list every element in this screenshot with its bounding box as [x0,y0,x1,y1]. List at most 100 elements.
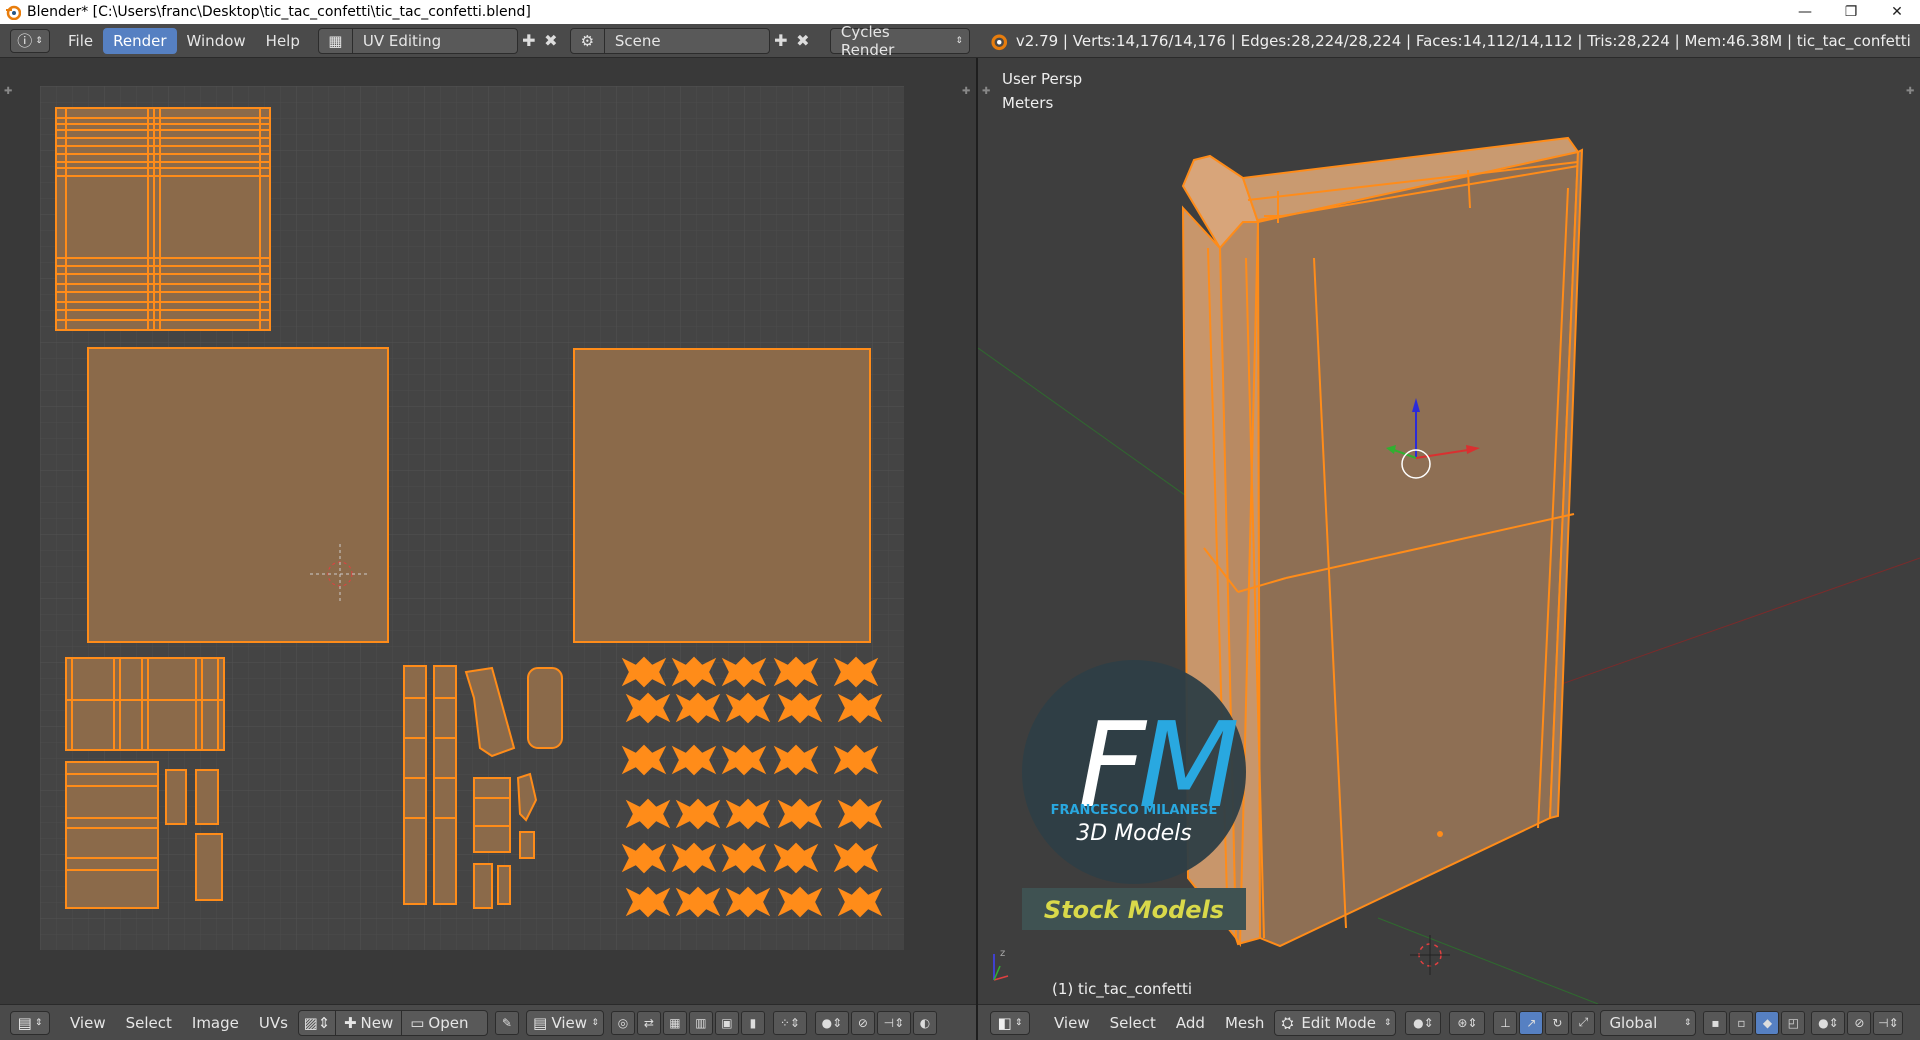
uv-island-large-right [573,348,871,643]
3d-viewport-header: ◧ ⇕ View Select Add Mesh ⛭ Edit Mode ⇕ ●⇕… [978,1004,1920,1040]
open-image-label: Open [428,1013,469,1032]
add-scene-icon[interactable]: ✚ [770,29,792,53]
snap-icon[interactable]: ⊘ [850,1010,875,1035]
menu-help[interactable]: Help [256,28,310,54]
pin-icon[interactable]: ✎ [494,1010,519,1035]
screen-layout-selector[interactable]: ▦ UV Editing [317,27,518,54]
edge-select-icon[interactable]: ▥ [688,1010,713,1035]
uv-island-confetti [833,842,879,874]
updown-arrow-icon: ⇕ [1683,1017,1692,1028]
corner-widget-icon: ✚ [982,86,990,97]
render-engine-label: Cycles Render [840,22,895,59]
uv-menu-uvs[interactable]: UVs [249,1010,298,1036]
scene-selector[interactable]: ⚙ Scene [569,27,770,54]
updown-arrow-icon: ⇕ [1014,1017,1023,1028]
info-icon: ⓘ [17,32,33,50]
menu-file[interactable]: File [58,28,103,54]
window-title: Blender* [C:\Users\franc\Desktop\tic_tac… [27,4,531,20]
viewport-shading-icon[interactable]: ●⇕ [1405,1010,1442,1035]
sync-selection-icon[interactable]: ⇄ [636,1010,661,1035]
uv-editor-type-button[interactable]: ▤ ⇕ [10,1010,50,1035]
manipulator-toggle-icon[interactable]: ⊥ [1493,1010,1518,1035]
image-browse-group: ▨⇕ ✚ New ▭ Open [297,1009,488,1036]
edge-select-mode-icon[interactable]: ▫ [1729,1010,1754,1035]
uv-island-confetti [777,886,823,918]
pivot-icon[interactable]: ◎ [610,1010,635,1035]
3d-editor-type-button[interactable]: ◧ ⇕ [990,1010,1030,1035]
uv-island-confetti [675,692,721,724]
uv-island-confetti [837,886,883,918]
uv-image-editor[interactable]: ✚ ✚ [0,58,976,1004]
3d-menu-select[interactable]: Select [1100,1010,1166,1036]
folder-icon: ▭ [410,1013,425,1032]
occlude-geometry-icon[interactable]: ◰ [1781,1010,1806,1035]
uv-island-confetti [625,886,671,918]
view-axis-indicator-icon: z [993,948,1009,981]
vertex-select-icon[interactable]: ▦ [662,1010,687,1035]
uv-island-confetti [837,798,883,830]
updown-arrow-icon: ⇕ [591,1017,599,1028]
screen-layout-icon: ▦ [319,28,353,53]
rotate-manipulator-icon[interactable]: ↻ [1545,1010,1570,1035]
uv-island-confetti [725,798,771,830]
view-mode-icon: ▤ [532,1013,548,1032]
pivot-point-icon[interactable]: ⊛⇕ [1449,1010,1486,1035]
snap-toggle-icon[interactable]: ⊘ [1847,1010,1872,1035]
face-select-icon[interactable]: ▣ [714,1010,739,1035]
3d-menu-add[interactable]: Add [1166,1010,1215,1036]
scene-icon: ⚙ [571,28,605,53]
uv-editor-canvas[interactable]: ✚ ✚ [0,58,976,1004]
delete-screen-icon[interactable]: ✖ [540,29,562,53]
sticky-mode-icon[interactable]: ⁘⇕ [772,1010,807,1035]
uv-island-confetti [725,692,771,724]
render-engine-dropdown[interactable]: Cycles Render ⇕ [829,23,970,59]
corner-widget-icon: ✚ [4,86,12,97]
watermark-banner: Stock Models [1044,896,1224,924]
uv-island-confetti [725,886,771,918]
menu-render[interactable]: Render [103,27,177,54]
3d-menu-view[interactable]: View [1044,1010,1100,1036]
plus-icon: ✚ [343,1013,357,1032]
uv-menu-select[interactable]: Select [116,1010,182,1036]
info-editor-type-button[interactable]: ⓘ ⇕ [10,28,50,53]
vertex-select-mode-icon[interactable]: ▪ [1703,1010,1728,1035]
svg-text:z: z [1000,948,1005,959]
island-select-icon[interactable]: ▮ [740,1010,765,1035]
add-screen-icon[interactable]: ✚ [518,29,540,53]
texture-paint-icon[interactable]: ◐ [912,1010,937,1035]
snap-element-icon[interactable]: ⊣⇕ [876,1010,911,1035]
scale-manipulator-icon[interactable]: ⤢ [1571,1010,1596,1035]
scene-name: Scene [614,31,661,50]
menu-window[interactable]: Window [177,28,256,54]
3d-viewport-canvas[interactable]: z F M FRANCESCO MILANESE 3D Models Stock… [978,58,1920,1004]
uv-menu-image[interactable]: Image [182,1010,249,1036]
interaction-mode-dropdown[interactable]: ⛭ Edit Mode ⇕ [1274,1009,1397,1036]
uv-island-confetti [625,798,671,830]
close-button[interactable]: ✕ [1874,0,1920,24]
updown-arrow-icon: ⇕ [1383,1017,1392,1028]
3d-viewport[interactable]: z F M FRANCESCO MILANESE 3D Models Stock… [978,58,1920,1004]
transform-orientation-dropdown[interactable]: Global ⇕ [1600,1009,1697,1036]
updown-arrow-icon: ⇕ [34,1017,43,1028]
chevron-updown-icon: ⇕ [955,35,963,46]
new-image-button[interactable]: ✚ New [334,1010,401,1035]
window-titlebar: Blender* [C:\Users\franc\Desktop\tic_tac… [0,0,1920,24]
snap-target-icon[interactable]: ⊣⇕ [1873,1010,1904,1035]
interaction-mode-label: Edit Mode [1301,1013,1377,1032]
open-image-button[interactable]: ▭ Open [401,1010,476,1035]
minimize-button[interactable]: — [1782,0,1828,24]
face-select-mode-icon[interactable]: ◆ [1755,1010,1780,1035]
proportional-editing-icon[interactable]: ●⇕ [1811,1010,1846,1035]
info-header: ⓘ ⇕ File Render Window Help ▦ UV Editing … [0,23,1920,59]
image-browse-icon[interactable]: ▨⇕ [299,1014,335,1032]
scene-statistics: v2.79 | Verts:14,176/14,176 | Edges:28,2… [1015,31,1911,50]
delete-scene-icon[interactable]: ✖ [792,29,814,53]
uv-view-mode-dropdown[interactable]: ▤ View ⇕ [525,1009,604,1036]
translate-manipulator-icon[interactable]: ↗ [1519,1010,1544,1035]
proportional-edit-icon[interactable]: ●⇕ [814,1010,849,1035]
restore-button[interactable]: ❐ [1828,0,1874,24]
uv-menu-view[interactable]: View [60,1010,116,1036]
3d-menu-mesh[interactable]: Mesh [1215,1010,1275,1036]
cube-icon: ◧ [997,1013,1012,1032]
uv-editor-header: ▤ ⇕ View Select Image UVs ▨⇕ ✚ New ▭ Open ✎… [0,1004,976,1040]
